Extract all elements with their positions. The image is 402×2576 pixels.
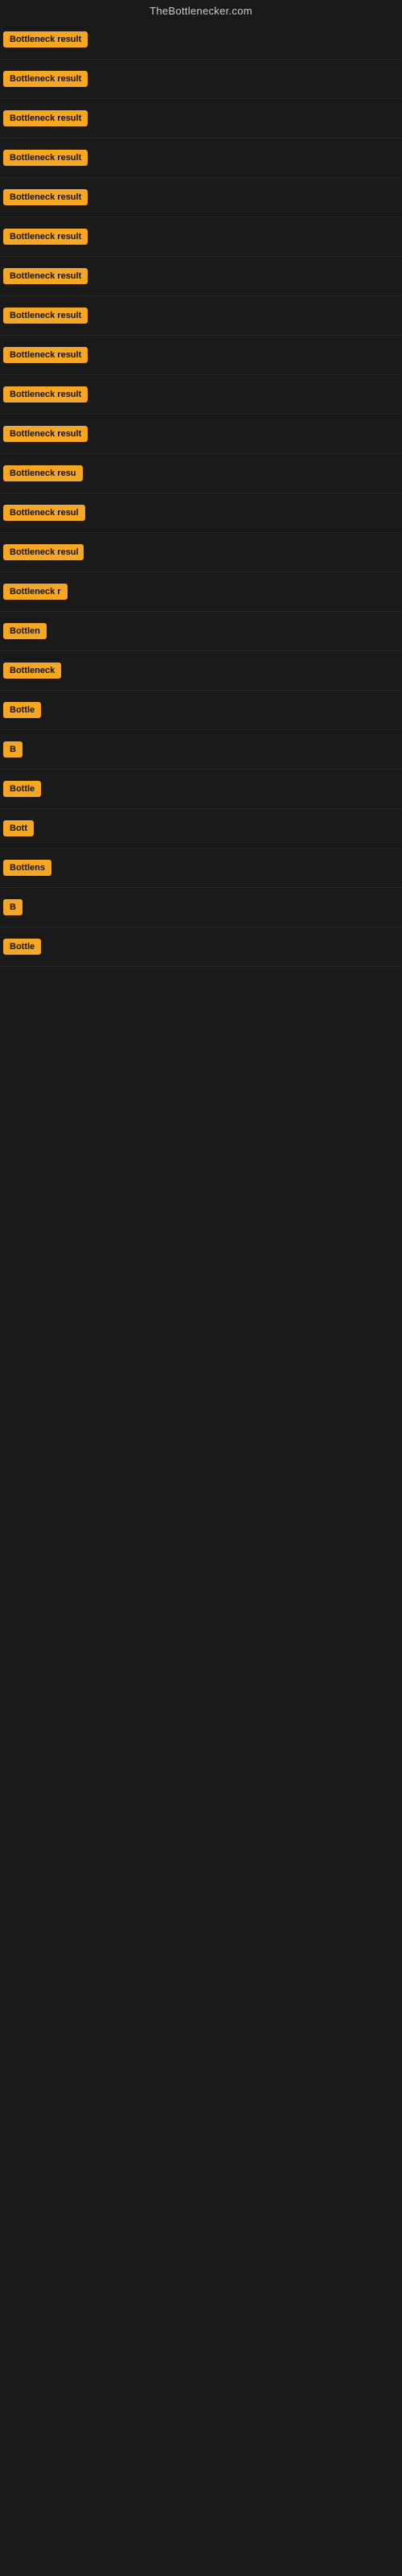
bottleneck-badge-13[interactable]: Bottleneck resul	[3, 505, 85, 521]
badge-row-16: Bottlen	[0, 612, 402, 651]
bottleneck-badge-11[interactable]: Bottleneck result	[3, 426, 88, 442]
bottleneck-badge-14[interactable]: Bottleneck resul	[3, 544, 84, 560]
badge-row-10: Bottleneck result	[0, 375, 402, 415]
bottleneck-badge-24[interactable]: Bottle	[3, 939, 41, 955]
badge-row-17: Bottleneck	[0, 651, 402, 691]
badges-list: Bottleneck result Bottleneck result Bottle…	[0, 20, 402, 967]
bottleneck-badge-18[interactable]: Bottle	[3, 702, 41, 718]
badge-row-2: Bottleneck result	[0, 60, 402, 99]
bottleneck-badge-7[interactable]: Bottleneck result	[3, 268, 88, 284]
badge-row-23: B	[0, 888, 402, 927]
badge-row-6: Bottleneck result	[0, 217, 402, 257]
bottleneck-badge-19[interactable]: B	[3, 741, 23, 758]
bottleneck-badge-22[interactable]: Bottlens	[3, 860, 51, 876]
badge-row-12: Bottleneck resu	[0, 454, 402, 493]
bottleneck-badge-3[interactable]: Bottleneck result	[3, 110, 88, 126]
bottleneck-badge-12[interactable]: Bottleneck resu	[3, 465, 83, 481]
badge-row-11: Bottleneck result	[0, 415, 402, 454]
badge-row-7: Bottleneck result	[0, 257, 402, 296]
badge-row-21: Bott	[0, 809, 402, 848]
badge-row-8: Bottleneck result	[0, 296, 402, 336]
bottleneck-badge-4[interactable]: Bottleneck result	[3, 150, 88, 166]
badge-row-4: Bottleneck result	[0, 138, 402, 178]
badge-row-15: Bottleneck r	[0, 572, 402, 612]
bottleneck-badge-23[interactable]: B	[3, 899, 23, 915]
badge-row-18: Bottle	[0, 691, 402, 730]
badge-row-19: B	[0, 730, 402, 770]
bottleneck-badge-5[interactable]: Bottleneck result	[3, 189, 88, 205]
badge-row-24: Bottle	[0, 927, 402, 967]
badge-row-5: Bottleneck result	[0, 178, 402, 217]
bottleneck-badge-21[interactable]: Bott	[3, 820, 34, 836]
bottleneck-badge-1[interactable]: Bottleneck result	[3, 31, 88, 47]
page-container: TheBottlenecker.com Bottleneck resultBot…	[0, 0, 402, 2576]
bottleneck-badge-17[interactable]: Bottleneck	[3, 663, 61, 679]
bottleneck-badge-16[interactable]: Bottlen	[3, 623, 47, 639]
bottleneck-badge-10[interactable]: Bottleneck result	[3, 386, 88, 402]
bottleneck-badge-8[interactable]: Bottleneck result	[3, 308, 88, 324]
bottleneck-badge-15[interactable]: Bottleneck r	[3, 584, 68, 600]
badge-row-9: Bottleneck result	[0, 336, 402, 375]
bottleneck-badge-9[interactable]: Bottleneck result	[3, 347, 88, 363]
site-title: TheBottlenecker.com	[0, 0, 402, 20]
badge-row-1: Bottleneck result	[0, 20, 402, 60]
bottleneck-badge-2[interactable]: Bottleneck result	[3, 71, 88, 87]
badge-row-3: Bottleneck result	[0, 99, 402, 138]
badge-row-13: Bottleneck resul	[0, 493, 402, 533]
bottleneck-badge-6[interactable]: Bottleneck result	[3, 229, 88, 245]
badge-row-20: Bottle	[0, 770, 402, 809]
bottleneck-badge-20[interactable]: Bottle	[3, 781, 41, 797]
badge-row-14: Bottleneck resul	[0, 533, 402, 572]
badge-row-22: Bottlens	[0, 848, 402, 888]
